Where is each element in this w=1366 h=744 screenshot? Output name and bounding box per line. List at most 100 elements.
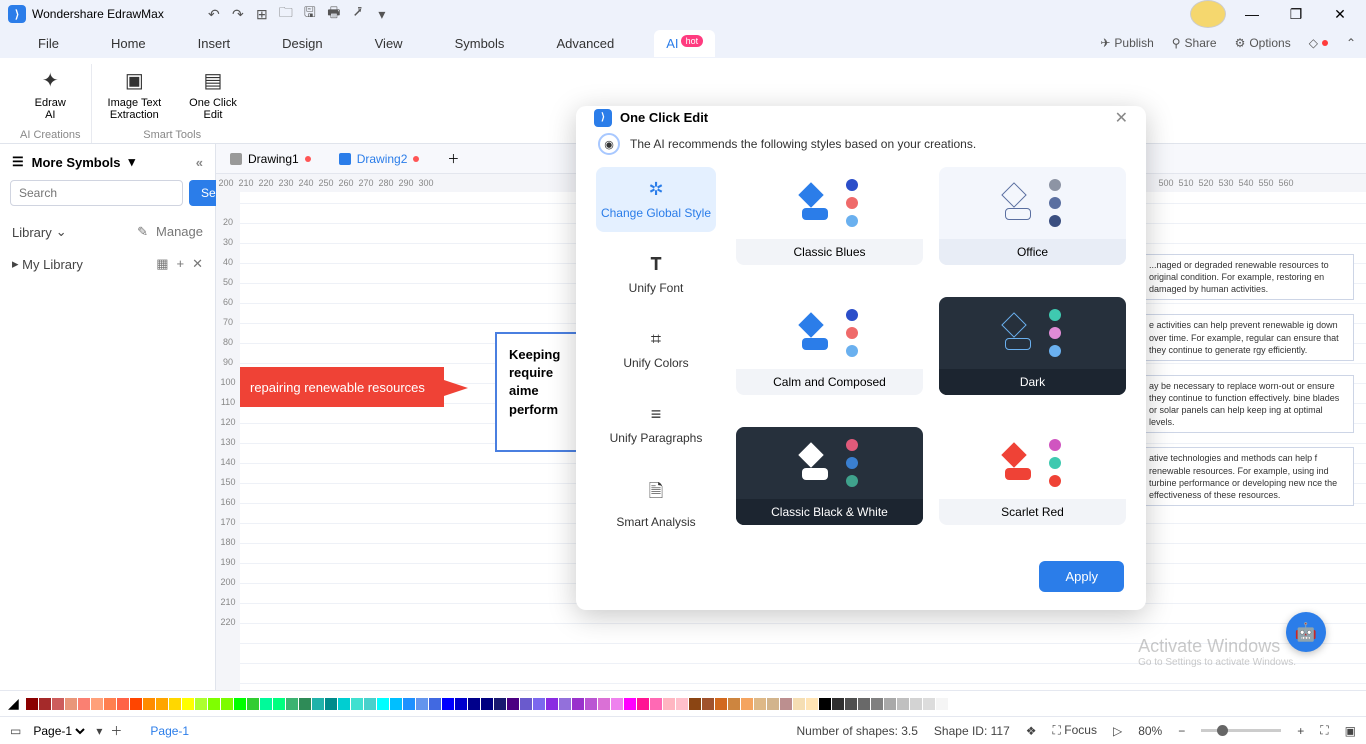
color-swatch[interactable] [208, 698, 220, 710]
style-classic-blues[interactable]: Classic Blues [736, 167, 923, 265]
color-swatch[interactable] [78, 698, 90, 710]
color-swatch[interactable] [949, 698, 961, 710]
redo-icon[interactable]: ↷ [228, 4, 248, 24]
color-swatch[interactable] [819, 698, 831, 710]
color-swatch[interactable] [195, 698, 207, 710]
search-input[interactable] [10, 180, 183, 206]
color-swatch[interactable] [936, 698, 948, 710]
text-block[interactable]: ...naged or degraded renewable resources… [1144, 254, 1354, 300]
grid-icon[interactable]: ▦ [156, 256, 168, 272]
color-swatch[interactable] [832, 698, 844, 710]
zoom-slider[interactable] [1201, 729, 1281, 732]
color-swatch[interactable] [169, 698, 181, 710]
color-swatch[interactable] [520, 698, 532, 710]
color-swatch[interactable] [910, 698, 922, 710]
color-swatch[interactable] [598, 698, 610, 710]
color-swatch[interactable] [286, 698, 298, 710]
color-swatch[interactable] [572, 698, 584, 710]
color-swatch[interactable] [182, 698, 194, 710]
collapse-ribbon-icon[interactable]: ⌃ [1346, 36, 1356, 50]
collapse-sidebar-icon[interactable]: « [196, 155, 203, 170]
library-row[interactable]: Library⌄ ✎Manage [0, 216, 215, 248]
color-swatch[interactable] [728, 698, 740, 710]
color-swatch[interactable] [611, 698, 623, 710]
style-dark[interactable]: Dark [939, 297, 1126, 395]
color-swatch[interactable] [156, 698, 168, 710]
publish-button[interactable]: ✈ Publish [1100, 36, 1153, 50]
add-page-icon[interactable]: ＋ [110, 722, 122, 739]
color-swatch[interactable] [338, 698, 350, 710]
color-swatch[interactable] [468, 698, 480, 710]
close-window-icon[interactable]: ✕ [1322, 0, 1358, 28]
option-change-global-style[interactable]: ✲Change Global Style [596, 167, 716, 232]
color-swatch[interactable] [26, 698, 38, 710]
my-library-row[interactable]: ▸ My Library ▦+✕ [0, 248, 215, 280]
color-swatch[interactable] [247, 698, 259, 710]
color-swatch[interactable] [923, 698, 935, 710]
fit-page-icon[interactable]: ⛶ [1320, 723, 1328, 738]
color-swatch[interactable] [546, 698, 558, 710]
chat-fab-button[interactable]: 🤖 [1286, 612, 1326, 652]
color-swatch[interactable] [104, 698, 116, 710]
color-swatch[interactable] [507, 698, 519, 710]
color-swatch[interactable] [65, 698, 77, 710]
color-swatch[interactable] [312, 698, 324, 710]
style-scarlet-red[interactable]: Scarlet Red [939, 427, 1126, 525]
color-swatch[interactable] [858, 698, 870, 710]
qat-dropdown-icon[interactable]: ▾ [372, 4, 392, 24]
color-swatch[interactable] [143, 698, 155, 710]
color-swatch[interactable] [676, 698, 688, 710]
option-unify-font[interactable]: 𝐓Unify Font [596, 242, 716, 307]
color-swatch[interactable] [39, 698, 51, 710]
close-dialog-icon[interactable]: ✕ [1115, 108, 1128, 128]
tab-view[interactable]: View [363, 30, 415, 57]
color-swatch[interactable] [650, 698, 662, 710]
style-calm-composed[interactable]: Calm and Composed [736, 297, 923, 395]
color-swatch[interactable] [364, 698, 376, 710]
maximize-icon[interactable]: ❐ [1278, 0, 1314, 28]
sidebar-header[interactable]: ☰ More Symbols▾ « [0, 144, 215, 180]
shape-red-callout[interactable]: repairing renewable resources [240, 367, 444, 407]
color-swatch[interactable] [91, 698, 103, 710]
color-swatch[interactable] [884, 698, 896, 710]
color-swatch[interactable] [234, 698, 246, 710]
one-click-edit-button[interactable]: ▤One Click Edit [183, 64, 243, 125]
fullscreen-icon[interactable]: ▣ [1345, 724, 1356, 738]
zoom-out-icon[interactable]: − [1178, 724, 1185, 738]
page-dropdown[interactable]: Page-1 [29, 723, 88, 739]
doctab-drawing2[interactable]: Drawing2 [325, 147, 434, 171]
option-unify-colors[interactable]: ⌗Unify Colors [596, 317, 716, 382]
color-swatch[interactable] [117, 698, 129, 710]
share-button[interactable]: ⚲ Share [1172, 36, 1217, 50]
options-button[interactable]: ⚙ Options [1235, 36, 1291, 50]
edraw-ai-button[interactable]: ✦Edraw AI [29, 64, 72, 125]
color-swatch[interactable] [221, 698, 233, 710]
option-smart-analysis[interactable]: 🗎Smart Analysis [596, 467, 716, 541]
play-icon[interactable]: ▷ [1113, 724, 1122, 738]
color-swatch[interactable] [806, 698, 818, 710]
focus-button[interactable]: ⛶ Focus [1053, 723, 1097, 738]
color-swatch[interactable] [390, 698, 402, 710]
color-swatch[interactable] [754, 698, 766, 710]
save-icon[interactable]: 🖫 [300, 4, 320, 24]
color-swatch[interactable] [130, 698, 142, 710]
color-swatch[interactable] [273, 698, 285, 710]
text-block[interactable]: e activities can help prevent renewable … [1144, 314, 1354, 360]
tab-file[interactable]: File [26, 30, 71, 57]
tab-advanced[interactable]: Advanced [544, 30, 626, 57]
color-swatch[interactable] [741, 698, 753, 710]
color-swatch[interactable] [429, 698, 441, 710]
tab-symbols[interactable]: Symbols [443, 30, 517, 57]
color-swatch[interactable] [299, 698, 311, 710]
color-swatch[interactable] [377, 698, 389, 710]
color-swatch[interactable] [845, 698, 857, 710]
color-swatch[interactable] [52, 698, 64, 710]
add-doctab-button[interactable]: ＋ [433, 145, 473, 172]
color-swatch[interactable] [351, 698, 363, 710]
color-swatch[interactable] [689, 698, 701, 710]
color-swatch[interactable] [494, 698, 506, 710]
tab-home[interactable]: Home [99, 30, 158, 57]
color-swatch[interactable] [624, 698, 636, 710]
layers-icon[interactable]: ❖ [1026, 724, 1037, 738]
page-selector[interactable]: ▭ Page-1 ▾ ＋ [10, 722, 122, 739]
